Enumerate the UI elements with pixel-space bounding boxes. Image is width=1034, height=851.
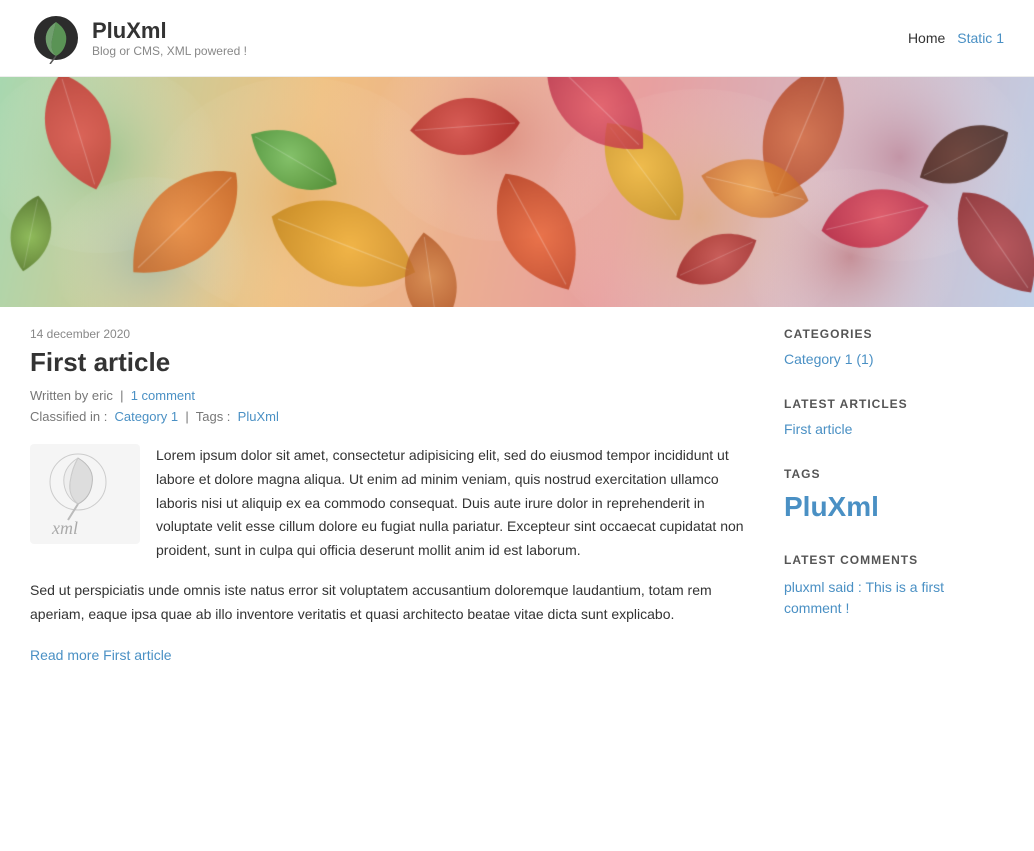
banner-canvas — [0, 77, 1034, 307]
tags-label: Tags : — [196, 409, 231, 424]
tags-cloud: PluXml — [784, 491, 1004, 523]
svg-text:xml: xml — [51, 518, 78, 537]
category-link[interactable]: Category 1 — [115, 409, 179, 424]
categories-heading: CATEGORIES — [784, 327, 1004, 341]
read-more-link[interactable]: Read more First article — [30, 647, 172, 663]
header: PluXml Blog or CMS, XML powered ! Home S… — [0, 0, 1034, 77]
article-meta: Written by eric | 1 comment — [30, 388, 744, 403]
latest-comments-heading: LATEST COMMENTS — [784, 553, 1004, 567]
tags-heading: TAGS — [784, 467, 1004, 481]
banner — [0, 77, 1034, 307]
nav-home-link[interactable]: Home — [908, 30, 945, 46]
logo-text-block: PluXml Blog or CMS, XML powered ! — [92, 18, 247, 58]
article-date: 14 december 2020 — [30, 327, 744, 341]
logo-icon — [30, 12, 82, 64]
classified-in-label: Classified in : — [30, 409, 107, 424]
article-body: xml Lorem ipsum dolor sit amet, consecte… — [30, 444, 744, 627]
content-area: 14 december 2020 First article Written b… — [30, 327, 744, 663]
written-by-label: Written by — [30, 388, 88, 403]
article-first-para: xml Lorem ipsum dolor sit amet, consecte… — [30, 444, 744, 563]
article-text-first: Lorem ipsum dolor sit amet, consectetur … — [156, 444, 744, 563]
main-container: 14 december 2020 First article Written b… — [0, 307, 1034, 683]
article-classification: Classified in : Category 1 | Tags : PluX… — [30, 409, 744, 424]
sidebar-tags: TAGS PluXml — [784, 467, 1004, 523]
sidebar: CATEGORIES Category 1 (1) LATEST ARTICLE… — [784, 327, 1004, 663]
nav-static-link[interactable]: Static 1 — [957, 30, 1004, 46]
logo-subtitle: Blog or CMS, XML powered ! — [92, 44, 247, 58]
latest-comment-1-link[interactable]: pluxml said : This is a first comment ! — [784, 579, 944, 616]
tag-pluxml-link[interactable]: PluXml — [784, 491, 879, 522]
author-name: eric — [92, 388, 113, 403]
latest-comment-1: pluxml said : This is a first comment ! — [784, 577, 1004, 619]
latest-articles-heading: LATEST ARTICLES — [784, 397, 1004, 411]
article-inline-image: xml — [30, 444, 140, 544]
sidebar-latest-comments: LATEST COMMENTS pluxml said : This is a … — [784, 553, 1004, 619]
sidebar-categories: CATEGORIES Category 1 (1) — [784, 327, 1004, 367]
main-nav: Home Static 1 — [908, 30, 1004, 46]
logo-title: PluXml — [92, 18, 247, 44]
logo-area: PluXml Blog or CMS, XML powered ! — [30, 12, 247, 64]
tag-link[interactable]: PluXml — [238, 409, 279, 424]
article-text-second: Sed ut perspiciatis unde omnis iste natu… — [30, 579, 744, 627]
sidebar-latest-articles: LATEST ARTICLES First article — [784, 397, 1004, 437]
latest-article-1-link[interactable]: First article — [784, 421, 852, 437]
comments-link[interactable]: 1 comment — [131, 388, 195, 403]
category-1-link[interactable]: Category 1 (1) — [784, 351, 873, 367]
article-title: First article — [30, 347, 744, 378]
categories-list: Category 1 (1) — [784, 351, 1004, 367]
